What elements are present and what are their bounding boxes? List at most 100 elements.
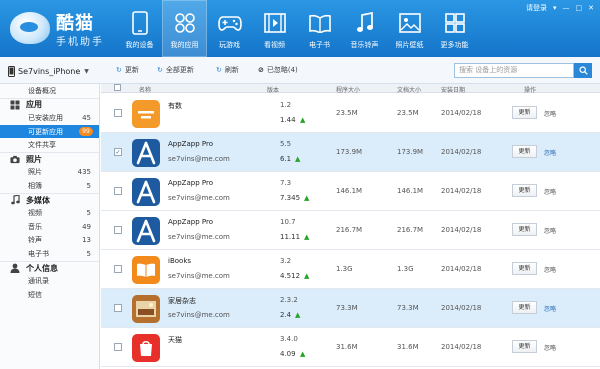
ignore-link[interactable]: 忽略 bbox=[544, 343, 556, 352]
sidebar-item[interactable]: 文件共享 bbox=[0, 138, 99, 152]
ignore-link[interactable]: 忽略 bbox=[544, 148, 556, 157]
current-version: 3.4.0 bbox=[280, 335, 298, 343]
update-button[interactable]: 更新 bbox=[512, 262, 537, 275]
sidebar-item[interactable]: 已安装应用 45 bbox=[0, 111, 99, 125]
nav-item-apps[interactable]: 我的应用 bbox=[162, 0, 207, 57]
ignore-link[interactable]: 忽略 bbox=[544, 304, 556, 313]
app-publisher: se7vins@me.com bbox=[168, 311, 230, 319]
nav-item-music-note[interactable]: 音乐铃声 bbox=[342, 0, 387, 57]
sidebar-item-label: 短信 bbox=[28, 290, 42, 299]
col-name[interactable]: 名称 bbox=[139, 85, 151, 94]
app-name: AppZapp Pro bbox=[168, 179, 213, 187]
phone-icon bbox=[128, 11, 152, 35]
ignore-link[interactable]: 忽略 bbox=[544, 226, 556, 235]
select-all-checkbox[interactable] bbox=[114, 84, 121, 91]
update-all-button[interactable]: ↻ 全部更新 bbox=[157, 65, 194, 75]
device-name: Se7vins_iPhone bbox=[18, 66, 81, 76]
table-row[interactable]: AppZapp Pro se7vins@me.com 7.3 7.345 ▲ 146.1M… bbox=[101, 172, 600, 211]
sidebar-group-header[interactable]: 个人信息 bbox=[0, 260, 99, 275]
sidebar-group-header[interactable]: 照片 bbox=[0, 151, 99, 166]
app-size: 146.1M bbox=[336, 187, 363, 195]
ignore-link[interactable]: 忽略 bbox=[544, 187, 556, 196]
row-checkbox[interactable] bbox=[114, 109, 122, 117]
ignored-button[interactable]: ⊘ 已忽略(4) bbox=[258, 65, 298, 75]
nav-item-label: 我的应用 bbox=[170, 41, 199, 49]
update-button[interactable]: 更新 bbox=[512, 106, 537, 119]
sidebar-group-header[interactable]: 应用 bbox=[0, 97, 99, 112]
doc-size: 1.3G bbox=[397, 265, 414, 273]
refresh-button[interactable]: ↻ 刷新 bbox=[216, 65, 239, 75]
col-version[interactable]: 版本 bbox=[267, 85, 279, 94]
ignore-link[interactable]: 忽略 bbox=[544, 109, 556, 118]
sidebar-item[interactable]: 照片 435 bbox=[0, 166, 99, 180]
table-row[interactable]: 家居杂志 se7vins@me.com 2.3.2 2.4 ▲ 73.3M 73.3M 201… bbox=[101, 289, 600, 328]
table-row[interactable]: iBooks se7vins@me.com 3.2 4.512 ▲ 1.3G 1.3G 201… bbox=[101, 250, 600, 289]
col-actions: 操作 bbox=[524, 87, 537, 94]
row-checkbox[interactable] bbox=[114, 304, 122, 312]
sidebar-group-label: 多媒体 bbox=[26, 195, 50, 205]
search-button[interactable] bbox=[574, 63, 592, 78]
ignore-link[interactable]: 忽略 bbox=[544, 265, 556, 274]
sidebar-item[interactable]: 相簿 5 bbox=[0, 179, 99, 193]
update-button[interactable]: 更新 bbox=[512, 340, 537, 353]
window-controls: 请登录 ▾ — □ ✕ bbox=[526, 3, 594, 13]
doc-size: 173.9M bbox=[397, 148, 424, 156]
maximize-icon[interactable]: □ bbox=[576, 4, 583, 12]
minimize-icon[interactable]: — bbox=[563, 4, 570, 12]
doc-size: 31.6M bbox=[397, 343, 419, 351]
sidebar-item[interactable]: 短信 bbox=[0, 288, 99, 302]
row-checkbox[interactable] bbox=[114, 226, 122, 234]
col-doc-size[interactable]: 文档大小 bbox=[397, 85, 421, 94]
row-checkbox[interactable] bbox=[114, 343, 122, 351]
sidebar-item-count: 5 bbox=[86, 209, 91, 218]
login-link[interactable]: 请登录 bbox=[526, 3, 547, 13]
sidebar-item[interactable]: 可更新应用 99 bbox=[0, 124, 99, 139]
phone-icon bbox=[8, 65, 15, 77]
update-button[interactable]: 更新 bbox=[512, 223, 537, 236]
row-checkbox[interactable] bbox=[114, 265, 122, 273]
home-magazine-app-icon bbox=[132, 295, 160, 323]
update-button[interactable]: ↻ 更新 bbox=[116, 65, 139, 75]
close-icon[interactable]: ✕ bbox=[588, 4, 594, 12]
table-row[interactable]: ✓ AppZapp Pro se7vins@me.com 5.5 6.1 ▲ 173.9M 1… bbox=[101, 133, 600, 172]
device-selector[interactable]: Se7vins_iPhone ▼ bbox=[8, 64, 104, 78]
nav-item-phone[interactable]: 我的设备 bbox=[117, 0, 162, 57]
col-app-size[interactable]: 程序大小 bbox=[336, 85, 360, 94]
table-row[interactable]: AppZapp Pro se7vins@me.com 10.7 11.11 ▲ 216.7… bbox=[101, 211, 600, 250]
menu-icon[interactable]: ▾ bbox=[553, 4, 557, 12]
table-row[interactable]: 有数 1.2 1.44 ▲ 23.5M 23.5M 2014/02/18 更新 忽略 bbox=[101, 94, 600, 133]
nav-item-gamepad[interactable]: 玩游戏 bbox=[207, 0, 252, 57]
sidebar-group-header[interactable]: 多媒体 bbox=[0, 192, 99, 207]
nav-item-more[interactable]: 更多功能 bbox=[432, 0, 477, 57]
nav-item-picture[interactable]: 照片壁纸 bbox=[387, 0, 432, 57]
nav-item-book[interactable]: 电子书 bbox=[297, 0, 342, 57]
install-date: 2014/02/18 bbox=[441, 148, 482, 156]
sidebar-item[interactable]: 视频 5 bbox=[0, 206, 99, 220]
sidebar-item[interactable]: 电子书 5 bbox=[0, 247, 99, 261]
install-date: 2014/02/18 bbox=[441, 226, 482, 234]
row-checkbox[interactable] bbox=[114, 187, 122, 195]
update-button[interactable]: 更新 bbox=[512, 184, 537, 197]
nav-item-label: 看视频 bbox=[264, 41, 285, 49]
sidebar-item[interactable]: 铃声 13 bbox=[0, 234, 99, 248]
sidebar-item-label: 文件共享 bbox=[28, 141, 56, 150]
update-button[interactable]: 更新 bbox=[512, 145, 537, 158]
ibooks-app-icon bbox=[132, 256, 160, 284]
sidebar-item[interactable]: 音乐 49 bbox=[0, 220, 99, 234]
nav-item-film[interactable]: 看视频 bbox=[252, 0, 297, 57]
arrow-up-icon: ▲ bbox=[295, 311, 301, 319]
apps-icon bbox=[173, 11, 197, 35]
sidebar-item-overview[interactable]: 设备概况 bbox=[0, 84, 99, 98]
sidebar-item-count: 5 bbox=[86, 249, 91, 258]
row-checkbox[interactable]: ✓ bbox=[114, 148, 122, 156]
appzapp-app-icon bbox=[132, 217, 160, 245]
sidebar-item[interactable]: 通讯录 bbox=[0, 274, 99, 288]
sidebar-item-label: 照片 bbox=[28, 168, 42, 177]
new-version: 6.1 bbox=[280, 155, 292, 163]
table-row[interactable]: 天猫 3.4.0 4.09 ▲ 31.6M 31.6M 2014/02/18 更新 忽略 bbox=[101, 328, 600, 367]
sidebar-item-label: 相簿 bbox=[28, 181, 42, 190]
search-input[interactable]: 搜索 设备上的资源 bbox=[454, 63, 574, 78]
new-version: 4.512 bbox=[280, 272, 301, 280]
update-button[interactable]: 更新 bbox=[512, 301, 537, 314]
col-install-date[interactable]: 安装日期 bbox=[441, 85, 465, 94]
